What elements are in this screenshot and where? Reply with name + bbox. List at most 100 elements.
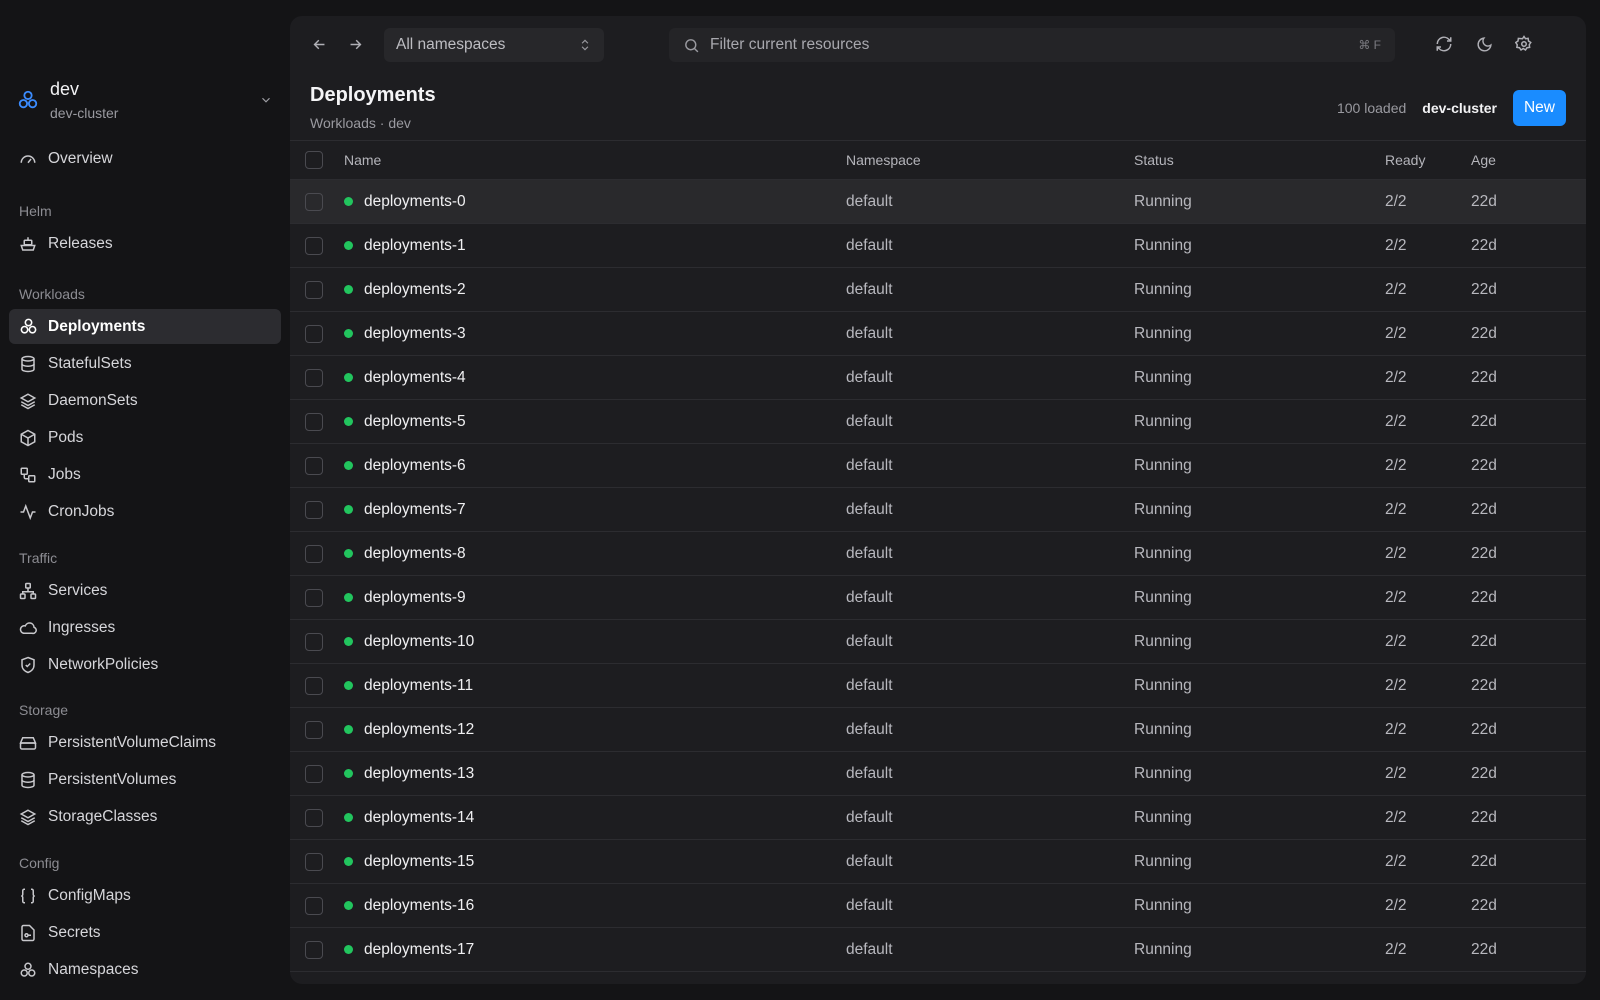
sidebar-item-namespaces[interactable]: Namespaces	[9, 952, 281, 987]
sidebar-item-secrets[interactable]: Secrets	[9, 915, 281, 950]
row-name[interactable]: deployments-8	[364, 545, 466, 563]
row-checkbox[interactable]	[305, 676, 323, 695]
row-checkbox[interactable]	[305, 940, 323, 959]
row-checkbox[interactable]	[305, 192, 323, 211]
row-age: 22d	[1471, 412, 1497, 430]
table-row[interactable]: deployments-1 default Running 2/2 22d	[290, 224, 1586, 268]
row-checkbox[interactable]	[305, 368, 323, 387]
row-checkbox[interactable]	[305, 808, 323, 827]
select-all-checkbox[interactable]	[305, 151, 323, 169]
sidebar-item-networkpolicies[interactable]: NetworkPolicies	[9, 647, 281, 682]
status-dot	[344, 857, 353, 866]
table-row[interactable]: deployments-5 default Running 2/2 22d	[290, 400, 1586, 444]
namespace-select[interactable]: All namespaces	[384, 28, 604, 62]
back-button[interactable]	[305, 30, 333, 58]
row-name[interactable]: deployments-12	[364, 721, 474, 739]
row-checkbox[interactable]	[305, 852, 323, 871]
row-namespace: default	[846, 412, 893, 430]
row-name[interactable]: deployments-4	[364, 369, 466, 387]
new-button[interactable]: New	[1512, 90, 1566, 126]
cluster-switcher[interactable]: dev dev-cluster	[10, 70, 278, 130]
column-header-name[interactable]: Name	[344, 141, 381, 179]
column-header-namespace[interactable]: Namespace	[846, 141, 921, 179]
column-header-age[interactable]: Age	[1471, 141, 1496, 179]
row-name[interactable]: deployments-0	[364, 193, 466, 211]
toolbar: All namespaces ⌘ F	[290, 16, 1586, 76]
table-row[interactable]: deployments-11 default Running 2/2 22d	[290, 664, 1586, 708]
table-row[interactable]: deployments-8 default Running 2/2 22d	[290, 532, 1586, 576]
search-bar[interactable]: ⌘ F	[669, 28, 1395, 62]
row-name[interactable]: deployments-13	[364, 765, 474, 783]
search-input[interactable]	[710, 36, 1359, 54]
row-name[interactable]: deployments-6	[364, 457, 466, 475]
sidebar-item-pods[interactable]: Pods	[9, 420, 281, 455]
row-name[interactable]: deployments-7	[364, 501, 466, 519]
table-row[interactable]: deployments-14 default Running 2/2 22d	[290, 796, 1586, 840]
sidebar-item-storageclasses[interactable]: StorageClasses	[9, 799, 281, 834]
row-checkbox[interactable]	[305, 764, 323, 783]
table-row[interactable]: deployments-10 default Running 2/2 22d	[290, 620, 1586, 664]
sidebar-item-configmaps[interactable]: ConfigMaps	[9, 878, 281, 913]
row-checkbox[interactable]	[305, 720, 323, 739]
sidebar-item-daemonsets[interactable]: DaemonSets	[9, 383, 281, 418]
page-title: Deployments	[310, 84, 436, 106]
row-name[interactable]: deployments-9	[364, 589, 466, 607]
row-name[interactable]: deployments-10	[364, 633, 474, 651]
table-row[interactable]: deployments-3 default Running 2/2 22d	[290, 312, 1586, 356]
status-dot	[344, 593, 353, 602]
row-name[interactable]: deployments-15	[364, 853, 474, 871]
row-checkbox[interactable]	[305, 280, 323, 299]
sidebar-item-label: NetworkPolicies	[48, 655, 159, 673]
row-name[interactable]: deployments-5	[364, 413, 466, 431]
row-checkbox[interactable]	[305, 324, 323, 343]
table-row[interactable]: deployments-9 default Running 2/2 22d	[290, 576, 1586, 620]
sidebar-item-services[interactable]: Services	[9, 573, 281, 608]
row-checkbox[interactable]	[305, 588, 323, 607]
settings-button[interactable]	[1510, 30, 1538, 58]
sidebar-item-jobs[interactable]: Jobs	[9, 457, 281, 492]
forward-button[interactable]	[341, 30, 369, 58]
sidebar-item-statefulsets[interactable]: StatefulSets	[9, 346, 281, 381]
row-checkbox[interactable]	[305, 500, 323, 519]
refresh-button[interactable]	[1430, 30, 1458, 58]
cloud-icon	[18, 618, 38, 638]
sidebar-item-ingresses[interactable]: Ingresses	[9, 610, 281, 645]
row-checkbox[interactable]	[305, 236, 323, 255]
table-row[interactable]: deployments-7 default Running 2/2 22d	[290, 488, 1586, 532]
table-row[interactable]: deployments-16 default Running 2/2 22d	[290, 884, 1586, 928]
row-name[interactable]: deployments-17	[364, 941, 474, 959]
table-row[interactable]: deployments-2 default Running 2/2 22d	[290, 268, 1586, 312]
sidebar-item-deployments[interactable]: Deployments	[9, 309, 281, 344]
theme-toggle-button[interactable]	[1470, 30, 1498, 58]
row-checkbox[interactable]	[305, 412, 323, 431]
row-status: Running	[1134, 896, 1192, 914]
table-row[interactable]: deployments-4 default Running 2/2 22d	[290, 356, 1586, 400]
column-header-status[interactable]: Status	[1134, 141, 1174, 179]
table-row[interactable]: deployments-12 default Running 2/2 22d	[290, 708, 1586, 752]
row-checkbox[interactable]	[305, 544, 323, 563]
sidebar-item-releases[interactable]: Releases	[9, 226, 281, 261]
row-namespace: default	[846, 940, 893, 958]
row-checkbox[interactable]	[305, 632, 323, 651]
row-name[interactable]: deployments-11	[364, 677, 473, 695]
table-row[interactable]: deployments-13 default Running 2/2 22d	[290, 752, 1586, 796]
row-checkbox[interactable]	[305, 896, 323, 915]
row-name[interactable]: deployments-2	[364, 281, 466, 299]
row-namespace: default	[846, 720, 893, 738]
sidebar-item-pvcs[interactable]: PersistentVolumeClaims	[9, 725, 281, 760]
row-checkbox[interactable]	[305, 456, 323, 475]
sidebar-item-pvs[interactable]: PersistentVolumes	[9, 762, 281, 797]
sidebar-item-overview[interactable]: Overview	[9, 141, 281, 176]
row-name[interactable]: deployments-14	[364, 809, 474, 827]
table-row[interactable]: deployments-17 default Running 2/2 22d	[290, 928, 1586, 972]
row-name[interactable]: deployments-16	[364, 897, 474, 915]
status-dot	[344, 241, 353, 250]
row-name[interactable]: deployments-1	[364, 237, 466, 255]
row-name[interactable]: deployments-3	[364, 325, 466, 343]
column-header-ready[interactable]: Ready	[1385, 141, 1425, 179]
table-row[interactable]: deployments-0 default Running 2/2 22d	[290, 180, 1586, 224]
sidebar-item-cronjobs[interactable]: CronJobs	[9, 494, 281, 529]
row-ready: 2/2	[1385, 852, 1407, 870]
table-row[interactable]: deployments-6 default Running 2/2 22d	[290, 444, 1586, 488]
table-row[interactable]: deployments-15 default Running 2/2 22d	[290, 840, 1586, 884]
